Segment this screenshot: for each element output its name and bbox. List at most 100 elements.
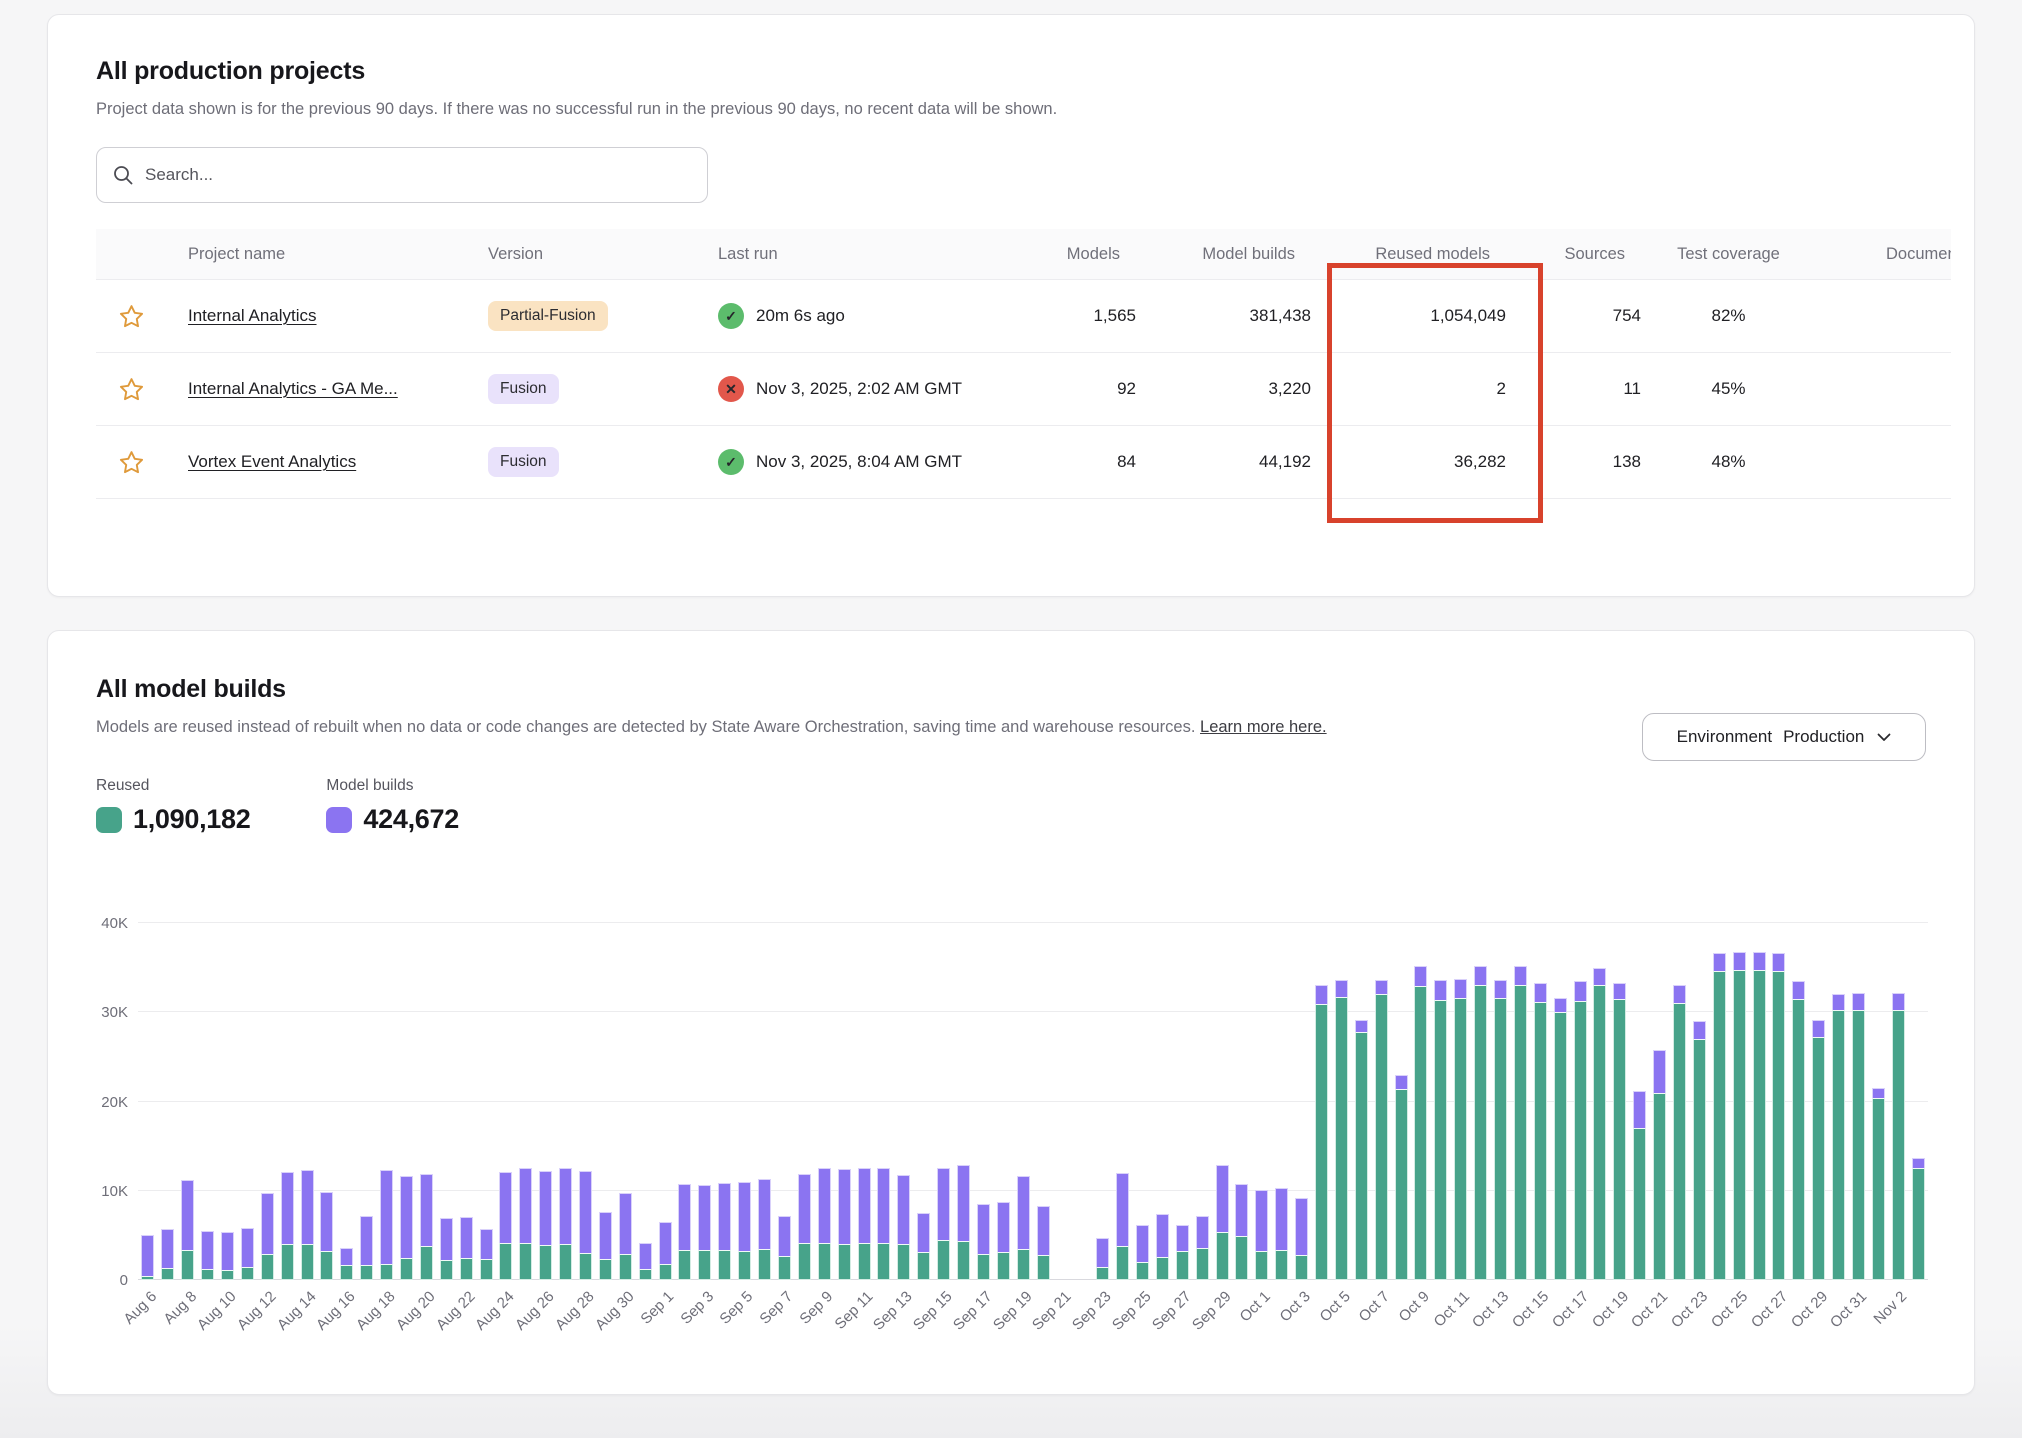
bar-nov-3[interactable] xyxy=(1908,923,1928,1280)
bar-oct-7[interactable]: Oct 7 xyxy=(1371,923,1391,1280)
bar-sep-6[interactable] xyxy=(755,923,775,1280)
bar-oct-25[interactable]: Oct 25 xyxy=(1729,923,1749,1280)
bar-sep-26[interactable] xyxy=(1152,923,1172,1280)
bar-oct-29[interactable]: Oct 29 xyxy=(1809,923,1829,1280)
favorite-star-icon[interactable] xyxy=(117,302,145,330)
bar-aug-21[interactable] xyxy=(436,923,456,1280)
bar-aug-16[interactable]: Aug 16 xyxy=(337,923,357,1280)
bar-aug-18[interactable]: Aug 18 xyxy=(377,923,397,1280)
search-box[interactable] xyxy=(96,147,708,203)
col-last-run[interactable]: Last run xyxy=(696,245,986,264)
bar-aug-29[interactable] xyxy=(595,923,615,1280)
bar-oct-14[interactable] xyxy=(1510,923,1530,1280)
bar-aug-30[interactable]: Aug 30 xyxy=(615,923,635,1280)
bar-oct-3[interactable]: Oct 3 xyxy=(1292,923,1312,1280)
bar-aug-22[interactable]: Aug 22 xyxy=(456,923,476,1280)
project-link[interactable]: Internal Analytics xyxy=(188,306,317,325)
bar-sep-27[interactable]: Sep 27 xyxy=(1172,923,1192,1280)
bar-sep-17[interactable]: Sep 17 xyxy=(973,923,993,1280)
bar-aug-9[interactable] xyxy=(198,923,218,1280)
project-link[interactable]: Vortex Event Analytics xyxy=(188,452,356,471)
bar-oct-10[interactable] xyxy=(1431,923,1451,1280)
bar-sep-16[interactable] xyxy=(954,923,974,1280)
bar-sep-21[interactable]: Sep 21 xyxy=(1053,923,1073,1280)
environment-select[interactable]: Environment Production xyxy=(1642,713,1926,761)
bar-oct-24[interactable] xyxy=(1709,923,1729,1280)
bar-oct-2[interactable] xyxy=(1272,923,1292,1280)
bar-sep-14[interactable] xyxy=(914,923,934,1280)
bar-aug-15[interactable] xyxy=(317,923,337,1280)
bar-oct-13[interactable]: Oct 13 xyxy=(1491,923,1511,1280)
col-model-builds[interactable]: Model builds xyxy=(1136,245,1311,264)
bar-aug-27[interactable] xyxy=(556,923,576,1280)
bar-oct-16[interactable] xyxy=(1550,923,1570,1280)
bar-oct-27[interactable]: Oct 27 xyxy=(1769,923,1789,1280)
bar-oct-15[interactable]: Oct 15 xyxy=(1530,923,1550,1280)
bar-sep-2[interactable] xyxy=(675,923,695,1280)
learn-more-link[interactable]: Learn more here. xyxy=(1200,718,1327,736)
bar-aug-31[interactable] xyxy=(635,923,655,1280)
bar-aug-8[interactable]: Aug 8 xyxy=(178,923,198,1280)
bar-sep-28[interactable] xyxy=(1192,923,1212,1280)
bar-sep-22[interactable] xyxy=(1073,923,1093,1280)
bar-sep-5[interactable]: Sep 5 xyxy=(735,923,755,1280)
bar-oct-23[interactable]: Oct 23 xyxy=(1689,923,1709,1280)
bar-aug-19[interactable] xyxy=(397,923,417,1280)
bar-oct-19[interactable]: Oct 19 xyxy=(1610,923,1630,1280)
col-sources[interactable]: Sources xyxy=(1506,245,1641,264)
col-models[interactable]: Models xyxy=(986,245,1136,264)
bar-aug-20[interactable]: Aug 20 xyxy=(416,923,436,1280)
search-input[interactable] xyxy=(145,165,691,185)
bar-sep-10[interactable] xyxy=(834,923,854,1280)
bar-sep-25[interactable]: Sep 25 xyxy=(1133,923,1153,1280)
bar-nov-1[interactable] xyxy=(1868,923,1888,1280)
col-project-name[interactable]: Project name xyxy=(166,245,466,264)
bar-aug-23[interactable] xyxy=(476,923,496,1280)
bar-oct-30[interactable] xyxy=(1829,923,1849,1280)
bar-aug-24[interactable]: Aug 24 xyxy=(496,923,516,1280)
bar-aug-14[interactable]: Aug 14 xyxy=(297,923,317,1280)
bar-oct-26[interactable] xyxy=(1749,923,1769,1280)
bar-oct-22[interactable] xyxy=(1670,923,1690,1280)
bar-oct-21[interactable]: Oct 21 xyxy=(1650,923,1670,1280)
col-documentation[interactable]: Documentation xyxy=(1816,245,1951,264)
bar-sep-1[interactable]: Sep 1 xyxy=(655,923,675,1280)
bar-aug-13[interactable] xyxy=(277,923,297,1280)
bar-oct-11[interactable]: Oct 11 xyxy=(1451,923,1471,1280)
bar-sep-8[interactable] xyxy=(794,923,814,1280)
bar-sep-18[interactable] xyxy=(993,923,1013,1280)
col-test-coverage[interactable]: Test coverage xyxy=(1641,245,1816,264)
bar-aug-12[interactable]: Aug 12 xyxy=(257,923,277,1280)
project-link[interactable]: Internal Analytics - GA Me... xyxy=(188,379,398,398)
bar-sep-29[interactable]: Sep 29 xyxy=(1212,923,1232,1280)
col-reused-models[interactable]: Reused models xyxy=(1311,245,1506,264)
bar-oct-31[interactable]: Oct 31 xyxy=(1849,923,1869,1280)
bar-oct-20[interactable] xyxy=(1630,923,1650,1280)
bar-oct-9[interactable]: Oct 9 xyxy=(1411,923,1431,1280)
bar-oct-28[interactable] xyxy=(1789,923,1809,1280)
bar-aug-28[interactable]: Aug 28 xyxy=(576,923,596,1280)
bar-oct-1[interactable]: Oct 1 xyxy=(1252,923,1272,1280)
bar-sep-12[interactable] xyxy=(874,923,894,1280)
bar-sep-4[interactable] xyxy=(715,923,735,1280)
bar-oct-17[interactable]: Oct 17 xyxy=(1570,923,1590,1280)
bar-oct-4[interactable] xyxy=(1312,923,1332,1280)
favorite-star-icon[interactable] xyxy=(117,448,145,476)
col-version[interactable]: Version xyxy=(466,245,696,264)
bar-oct-12[interactable] xyxy=(1471,923,1491,1280)
bar-sep-13[interactable]: Sep 13 xyxy=(894,923,914,1280)
favorite-star-icon[interactable] xyxy=(117,375,145,403)
bar-oct-18[interactable] xyxy=(1590,923,1610,1280)
bar-sep-23[interactable]: Sep 23 xyxy=(1093,923,1113,1280)
bar-oct-8[interactable] xyxy=(1391,923,1411,1280)
bar-sep-7[interactable]: Sep 7 xyxy=(775,923,795,1280)
bar-oct-6[interactable] xyxy=(1351,923,1371,1280)
bar-aug-26[interactable]: Aug 26 xyxy=(536,923,556,1280)
bar-aug-7[interactable] xyxy=(158,923,178,1280)
bar-aug-25[interactable] xyxy=(516,923,536,1280)
bar-sep-30[interactable] xyxy=(1232,923,1252,1280)
bar-aug-17[interactable] xyxy=(357,923,377,1280)
bar-aug-6[interactable]: Aug 6 xyxy=(138,923,158,1280)
bar-sep-9[interactable]: Sep 9 xyxy=(814,923,834,1280)
bar-sep-11[interactable]: Sep 11 xyxy=(854,923,874,1280)
